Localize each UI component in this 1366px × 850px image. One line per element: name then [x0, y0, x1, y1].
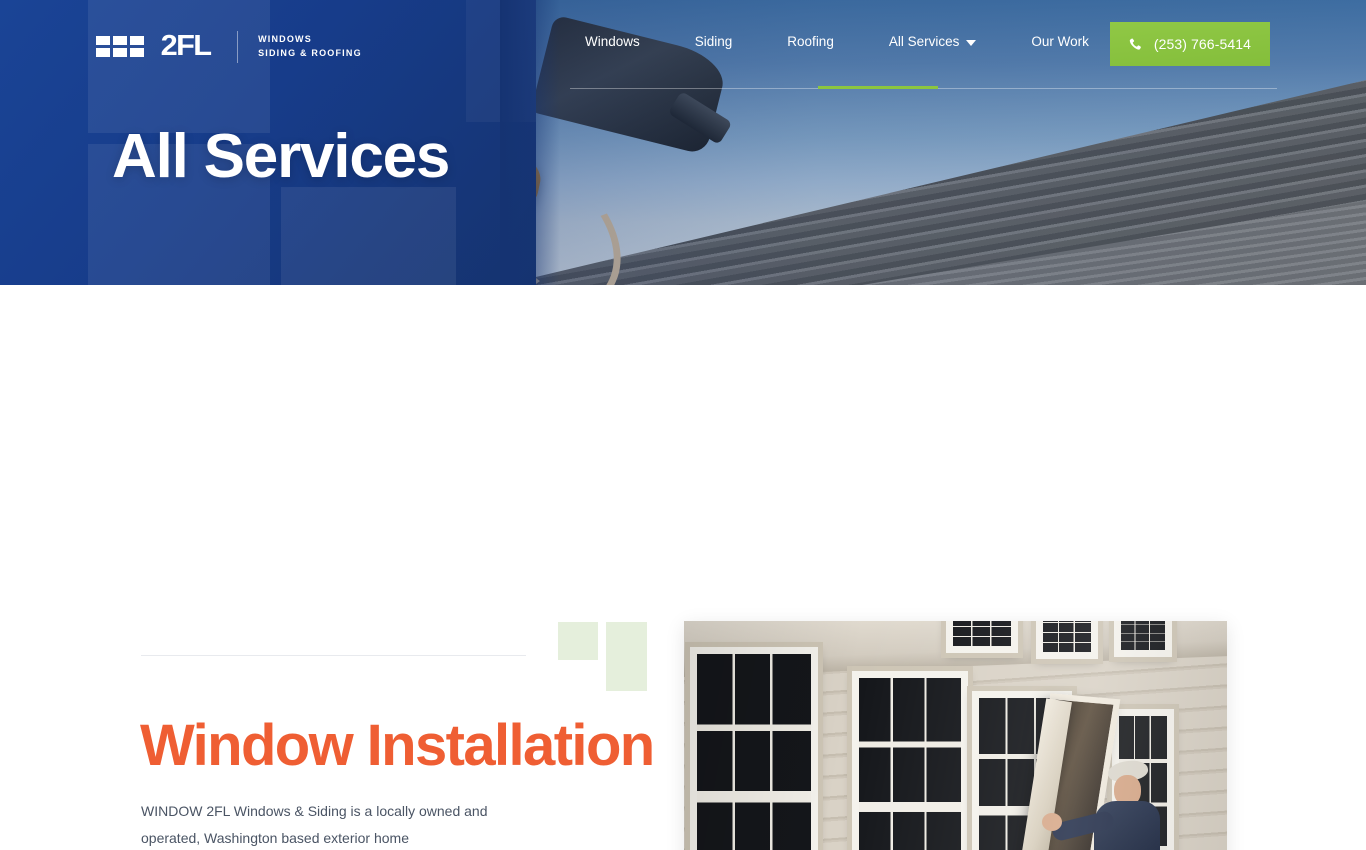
service-description: WINDOW 2FL Windows & Siding is a locally… [141, 803, 488, 846]
section-divider-top [141, 655, 526, 656]
main-navigation: 2FL WINDOWS SIDING & ROOFING Windows Sid… [0, 0, 1366, 100]
logo-tagline-line1: WINDOWS [258, 34, 312, 45]
service-heading: Window Installation [140, 713, 655, 778]
nav-item-roofing[interactable]: Roofing [787, 34, 834, 49]
logo-tagline-line2: SIDING & ROOFING [258, 47, 362, 58]
logo-tagline: WINDOWS SIDING & ROOFING [258, 33, 362, 59]
main-content: Window Installation WINDOW 2FL Windows &… [0, 285, 1366, 850]
nav-active-underline [818, 86, 938, 89]
decor-square [606, 622, 647, 660]
phone-icon [1129, 38, 1141, 50]
hero-pane-decor [281, 187, 456, 285]
logo-wordmark: 2FL [160, 30, 212, 62]
site-logo[interactable]: 2FL WINDOWS SIDING & ROOFING [96, 30, 362, 63]
nav-item-all-services[interactable]: All Services [889, 34, 977, 49]
nav-item-siding[interactable]: Siding [695, 34, 733, 49]
page-title: All Services [112, 122, 450, 191]
window-pane-grid-icon [96, 36, 144, 57]
hero-section: All Services 2FL WINDOWS SIDING & ROOFIN… [0, 0, 1366, 285]
nav-links: Windows Siding Roofing All Services Our … [585, 34, 1190, 49]
phone-number-label: (253) 766-5414 [1153, 36, 1251, 52]
nav-item-our-work[interactable]: Our Work [1031, 34, 1089, 49]
photo-light-overlay [684, 621, 1227, 850]
logo-divider [237, 30, 239, 63]
chevron-down-icon [966, 39, 977, 46]
window-installation-image [684, 621, 1227, 850]
phone-cta-button[interactable]: (253) 766-5414 [1109, 22, 1270, 66]
decor-square [606, 659, 647, 691]
nav-item-all-services-label: All Services [888, 34, 960, 49]
decor-square [558, 622, 598, 660]
nav-item-windows[interactable]: Windows [585, 34, 640, 49]
